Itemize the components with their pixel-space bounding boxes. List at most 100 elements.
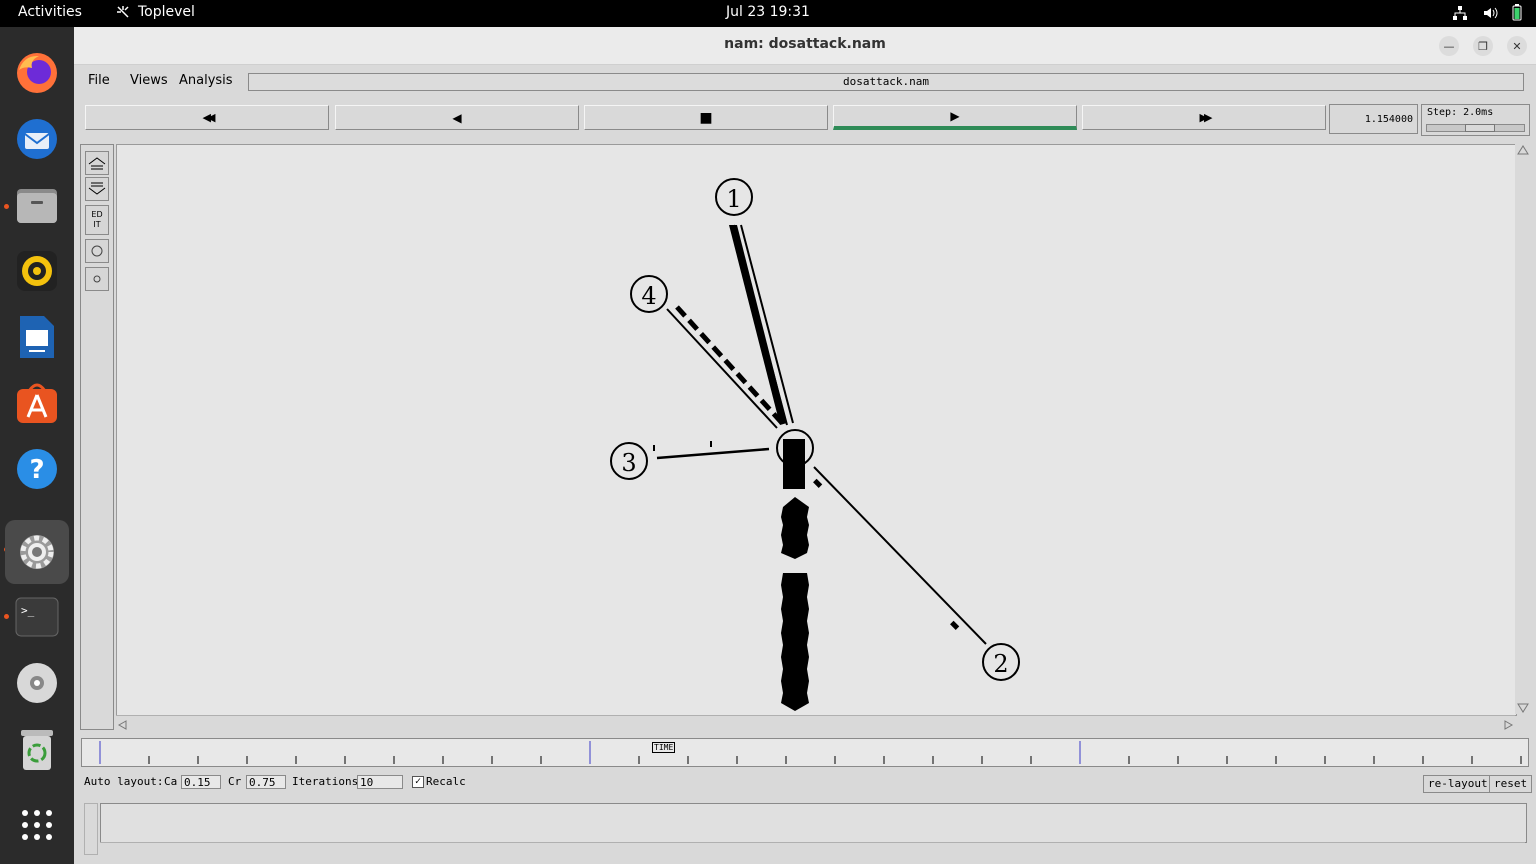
annotation-vertical-scrollbar[interactable]: [84, 803, 98, 855]
dock: ? >_: [0, 27, 74, 864]
thunderbird-launcher[interactable]: [12, 114, 62, 164]
settings-launcher[interactable]: [5, 520, 69, 584]
thunderbird-icon: [17, 119, 57, 159]
play-button[interactable]: ▶: [833, 105, 1077, 130]
writer-launcher[interactable]: [12, 312, 62, 362]
network-icon: [1453, 5, 1467, 20]
zoom-in-icon: [88, 157, 106, 170]
app-menu[interactable]: Toplevel: [116, 4, 195, 20]
close-icon: ✕: [1512, 39, 1522, 53]
volume-icon: [1484, 7, 1498, 18]
back-icon: ◀: [452, 110, 462, 125]
play-icon: ▶: [950, 109, 960, 123]
node-2[interactable]: 2: [982, 643, 1020, 681]
clock[interactable]: Jul 23 19:31: [726, 4, 810, 20]
zoom-in-tool[interactable]: [85, 151, 109, 175]
fast-forward-icon: ▶▶: [1199, 111, 1213, 124]
canvas-vertical-scrollbar[interactable]: [1515, 144, 1531, 714]
zoom-out-tool[interactable]: [85, 177, 109, 201]
battery-icon: [1512, 4, 1522, 21]
maximize-button[interactable]: ❐: [1473, 36, 1493, 56]
maximize-icon: ❐: [1478, 39, 1488, 53]
help-launcher[interactable]: ?: [12, 444, 62, 494]
annotation-panel[interactable]: [100, 803, 1527, 843]
network-canvas[interactable]: 1 2 3 4: [116, 144, 1517, 716]
step-control: Step: 2.0ms: [1421, 104, 1530, 136]
edit-label-bottom: IT: [93, 220, 101, 229]
top-bar: Activities Toplevel Jul 23 19:31: [0, 0, 1536, 27]
app-grid-button[interactable]: [12, 800, 62, 850]
timeline-slider[interactable]: TIME: [81, 738, 1529, 767]
node-3-label: 3: [621, 449, 636, 477]
menu-analysis[interactable]: Analysis: [179, 73, 233, 88]
app-grid-icon: [22, 810, 52, 840]
firefox-launcher[interactable]: [12, 48, 62, 98]
firefox-icon: [17, 53, 57, 93]
link-0-1: [729, 224, 794, 426]
app-center-launcher[interactable]: [12, 378, 62, 428]
rewind-icon: ◀◀: [202, 111, 216, 124]
recalc-checkbox[interactable]: ✓: [412, 776, 424, 788]
step-slider[interactable]: [1426, 124, 1525, 132]
files-icon: [17, 189, 57, 223]
iterations-label: Iterations: [292, 775, 359, 788]
menu-file[interactable]: File: [88, 73, 110, 88]
menu-views-label: Views: [130, 73, 168, 88]
close-button[interactable]: ✕: [1507, 36, 1527, 56]
trash-launcher[interactable]: [12, 724, 62, 774]
cr-input[interactable]: 0.75: [246, 775, 286, 789]
node-2-label: 2: [993, 650, 1008, 678]
time-display: 1.154000: [1329, 104, 1418, 134]
node-1-label: 1: [726, 185, 741, 213]
window-titlebar[interactable]: nam: dosattack.nam — ❐ ✕: [74, 27, 1536, 65]
rhythmbox-icon: [17, 251, 57, 291]
link-0-4: [666, 305, 784, 429]
system-tray[interactable]: [1452, 4, 1522, 21]
canvas-horizontal-scrollbar[interactable]: [116, 715, 1515, 730]
step-slider-thumb[interactable]: [1465, 124, 1495, 132]
ca-input[interactable]: 0.15: [181, 775, 221, 789]
files-launcher[interactable]: [12, 180, 62, 230]
step-back-button[interactable]: ◀: [335, 105, 579, 130]
auto-layout-bar: Auto layout: Ca 0.15 Cr 0.75 Iterations …: [84, 775, 584, 793]
iterations-input[interactable]: 10: [357, 775, 403, 789]
menu-file-label: File: [88, 73, 110, 88]
link-0-2: [813, 466, 987, 645]
rewind-button[interactable]: ◀◀: [85, 105, 329, 130]
step-label: Step: 2.0ms: [1427, 107, 1494, 118]
link-0-3: [653, 441, 770, 460]
svg-text:>_: >_: [21, 604, 35, 617]
app-center-icon: [17, 383, 57, 423]
recalc-label: Recalc: [426, 775, 466, 788]
stop-button[interactable]: ■: [584, 105, 828, 130]
window-title: nam: dosattack.nam: [724, 36, 886, 52]
node-tool[interactable]: [85, 239, 109, 263]
terminal-icon: >_: [15, 597, 59, 637]
app-menu-icon: [117, 6, 129, 18]
annotation-horizontal-scrollbar[interactable]: [100, 842, 1525, 853]
trash-icon: [21, 730, 53, 770]
rhythmbox-launcher[interactable]: [12, 246, 62, 296]
reset-button[interactable]: reset: [1489, 775, 1533, 793]
tool-column: ED IT: [80, 144, 114, 730]
minimize-button[interactable]: —: [1439, 36, 1459, 56]
nam-window: nam: dosattack.nam — ❐ ✕ File Views Anal…: [74, 27, 1536, 864]
node-4[interactable]: 4: [630, 275, 668, 313]
node-1[interactable]: 1: [715, 178, 753, 216]
zoom-out-icon: [88, 182, 106, 195]
settings-icon: [20, 535, 54, 569]
node-3[interactable]: 3: [610, 442, 648, 480]
cr-label: Cr: [228, 775, 242, 788]
small-node-tool[interactable]: [85, 267, 109, 291]
stop-icon: ■: [699, 109, 713, 126]
edit-tool[interactable]: ED IT: [85, 205, 109, 235]
fast-forward-button[interactable]: ▶▶: [1082, 105, 1326, 130]
terminal-launcher[interactable]: >_: [12, 592, 62, 642]
relayout-button[interactable]: re-layout: [1423, 775, 1493, 793]
timeline-marker[interactable]: TIME: [652, 742, 676, 753]
node-4-label: 4: [641, 282, 656, 310]
menu-views[interactable]: Views: [130, 73, 168, 88]
dvd-launcher[interactable]: [12, 658, 62, 708]
activities-button[interactable]: Activities: [18, 4, 82, 20]
writer-icon: [20, 316, 54, 358]
